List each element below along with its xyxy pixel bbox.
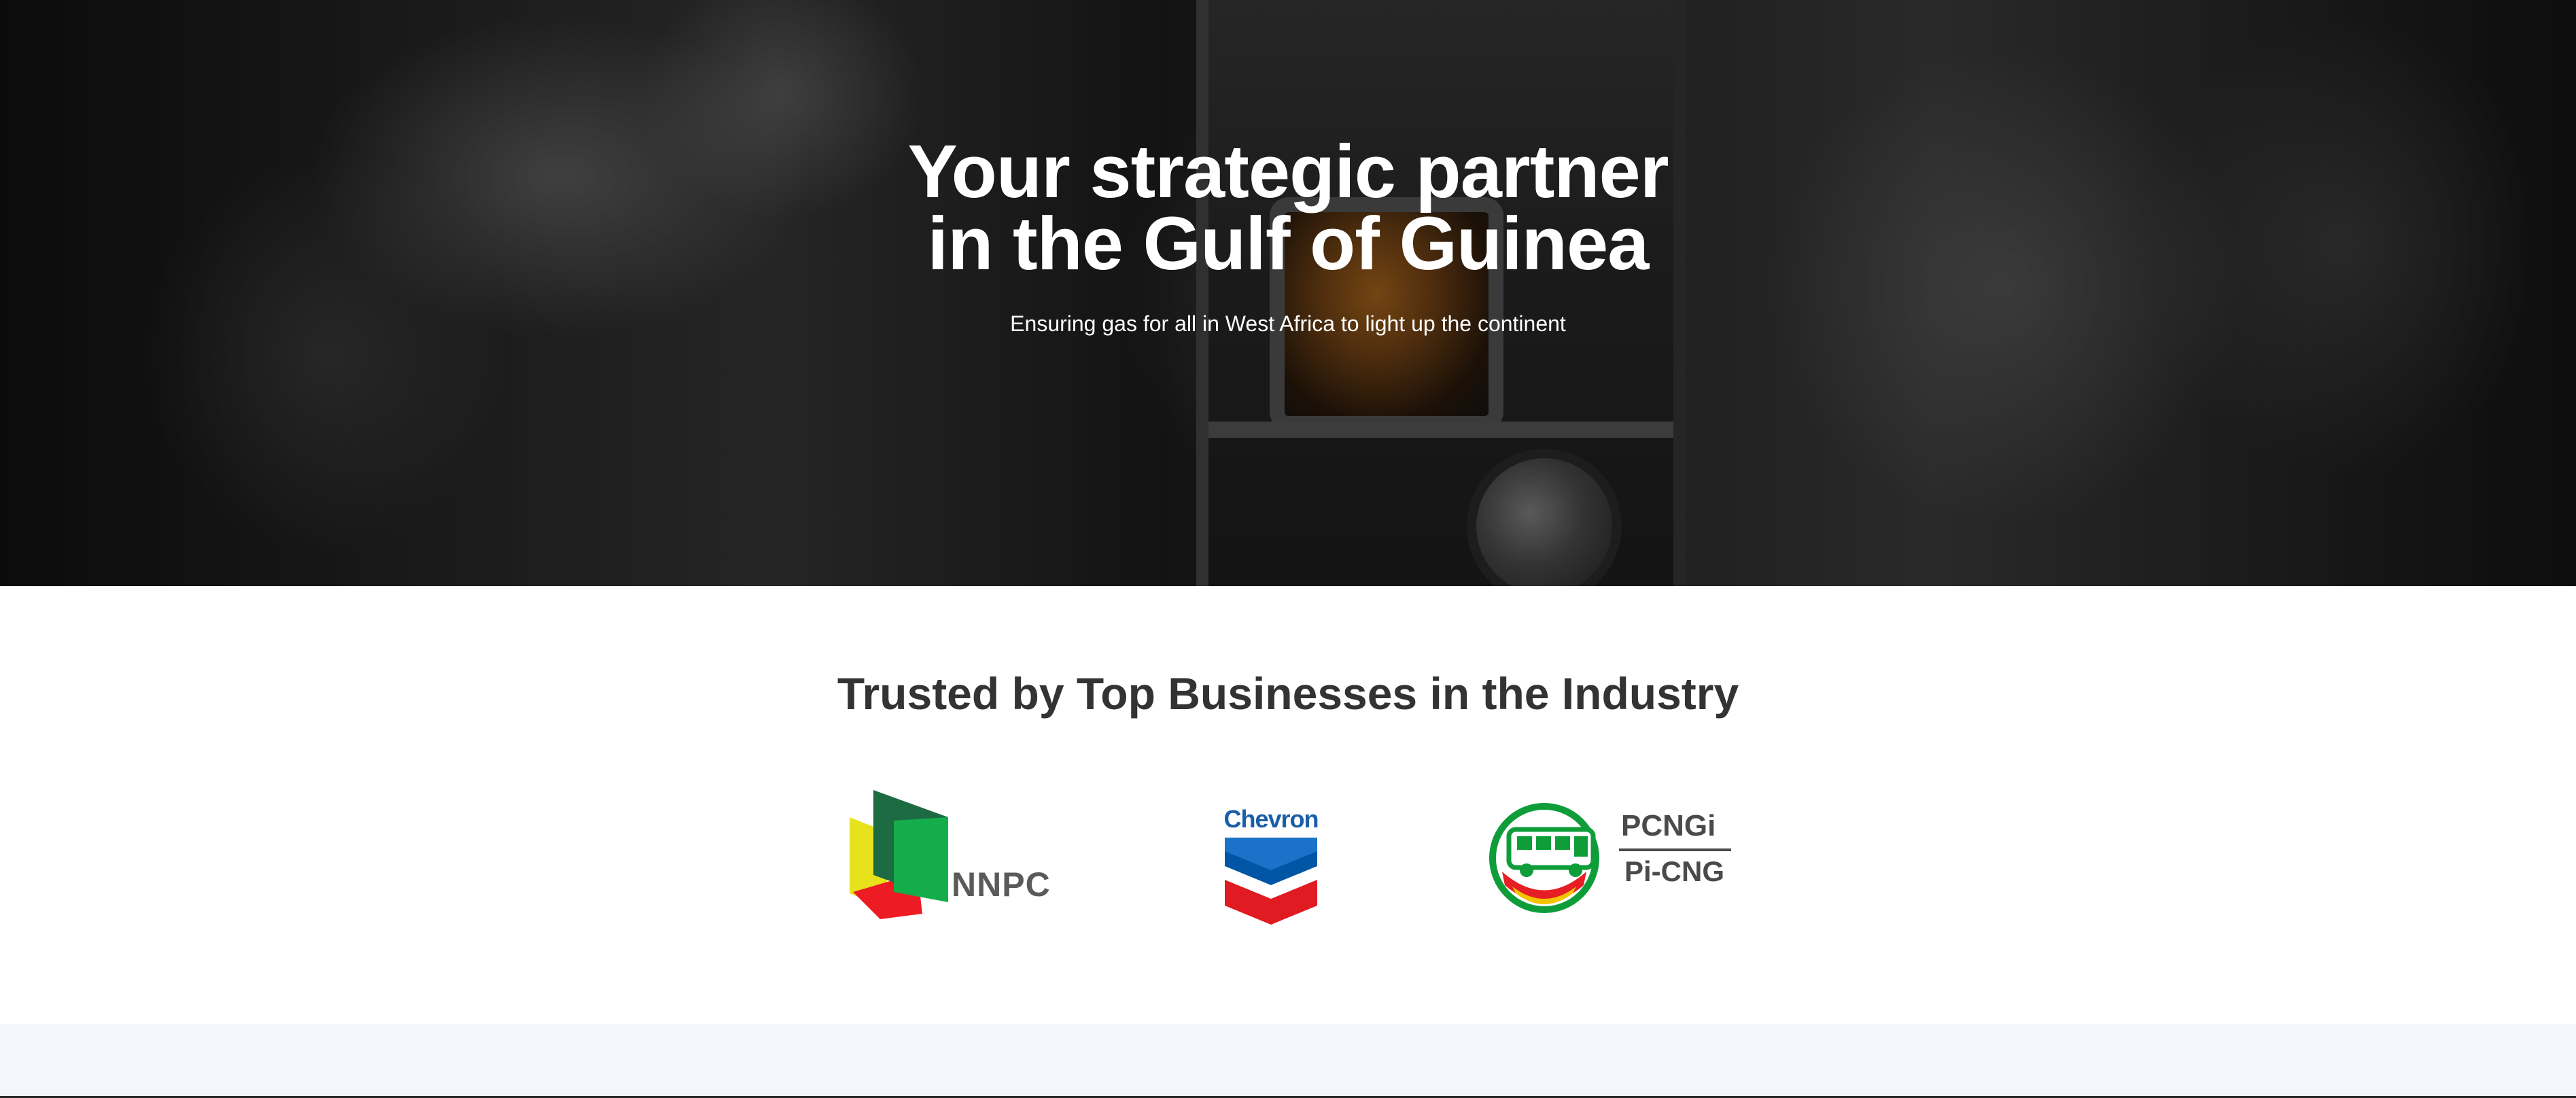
partner-logos: NNPC Chevron PCNGi Pi-CNG: [0, 790, 2576, 926]
pcngi-logo-divider: [1619, 848, 1731, 851]
pcngi-bus-logo-icon: [1489, 803, 1599, 913]
hero-title: Your strategic partner in the Gulf of Gu…: [812, 130, 1764, 286]
next-section-band: [0, 1024, 2576, 1098]
trusted-by-title: Trusted by Top Businesses in the Industr…: [837, 668, 1739, 719]
pcngi-logo-text-bottom: Pi-CNG: [1624, 855, 1724, 887]
trusted-by-section: Trusted by Top Businesses in the Industr…: [0, 586, 2576, 1024]
hero-subtitle: Ensuring gas for all in West Africa to l…: [1010, 311, 1566, 336]
nnpc-logo-icon: [850, 790, 948, 919]
hero-title-line-1: Your strategic partner: [907, 130, 1669, 213]
pcngi-logo-text-top: PCNGi: [1621, 809, 1716, 842]
pcngi-logo[interactable]: PCNGi Pi-CNG: [1482, 790, 1733, 926]
chevron-logo-icon: [1225, 838, 1317, 925]
page: Your strategic partner in the Gulf of Gu…: [0, 0, 2576, 1098]
nnpc-logo[interactable]: NNPC: [846, 790, 1064, 926]
chevron-logo[interactable]: Chevron: [1220, 790, 1322, 926]
hero-title-line-2: in the Gulf of Guinea: [927, 202, 1650, 286]
hero-content: Your strategic partner in the Gulf of Gu…: [0, 130, 2576, 337]
hero-banner: Your strategic partner in the Gulf of Gu…: [0, 0, 2576, 586]
nnpc-logo-text: NNPC: [952, 865, 1051, 904]
